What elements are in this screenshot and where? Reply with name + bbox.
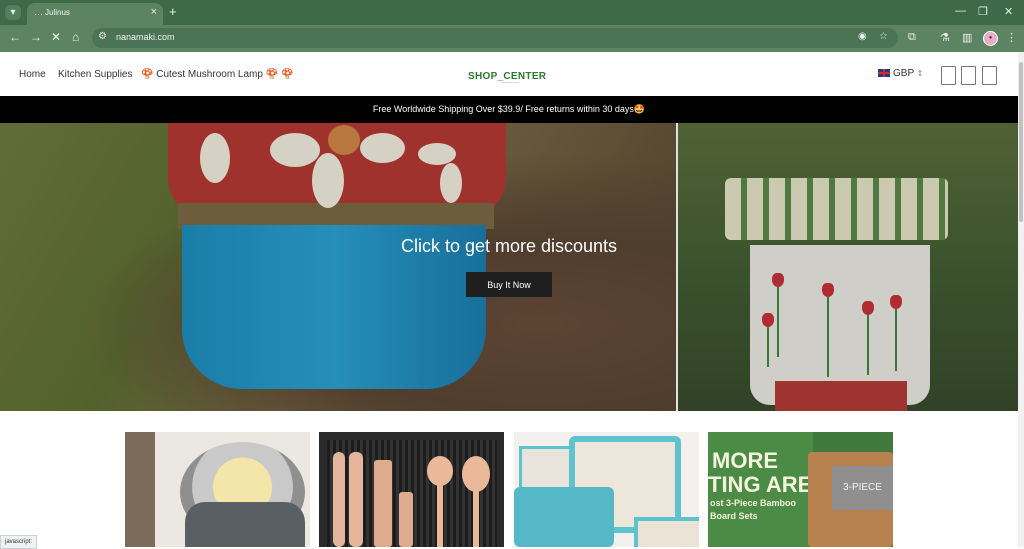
product-card-cutting-board[interactable]: MORE TING AREA ost 3-Piece Bamboo Board … [708, 432, 893, 547]
page-scrollbar[interactable] [1018, 52, 1024, 547]
fork [399, 492, 413, 547]
new-tab-button[interactable]: + [169, 4, 177, 19]
home-icon[interactable]: ⌂ [72, 30, 79, 44]
labs-flask-icon[interactable]: ⚗ [940, 31, 950, 44]
logo-subtitle: ________ [501, 78, 519, 83]
hero-banner[interactable]: Click to get more discounts Buy It Now [0, 123, 1018, 411]
site-header: Home Kitchen Supplies 🍄 Cutest Mushroom … [0, 52, 1018, 96]
loading-icon: ⋯ [34, 9, 43, 19]
buy-it-now-button[interactable]: Buy It Now [466, 272, 552, 297]
menu-dots-icon[interactable]: ⋮ [1006, 31, 1017, 44]
tab-title: Julinus [45, 8, 70, 17]
colander-strainer [185, 502, 305, 547]
three-piece-label: 3-PIECE [832, 466, 893, 510]
cart-icon[interactable] [982, 66, 997, 85]
bookmark-star-icon[interactable]: ☆ [879, 31, 888, 42]
product-card-bakeware[interactable] [514, 432, 699, 547]
browser-tab[interactable]: ⋯ Julinus × [27, 3, 163, 25]
browser-tab-strip: ▾ ⋯ Julinus × + — ❐ ✕ [0, 0, 1024, 25]
close-window-icon[interactable]: ✕ [1004, 5, 1013, 18]
muffin-tray [514, 487, 614, 547]
product-card-colander[interactable] [125, 432, 310, 547]
promo-text-line4: Board Sets [710, 511, 758, 521]
product-grid: MORE TING AREA ost 3-Piece Bamboo Board … [0, 411, 1018, 547]
scrollbar-thumb[interactable] [1019, 62, 1023, 222]
hero-title: Click to get more discounts [400, 236, 618, 256]
account-icon[interactable] [961, 66, 976, 85]
background-counter [125, 432, 155, 547]
hero-overlay [0, 123, 1018, 411]
fork [374, 460, 392, 547]
restore-icon[interactable]: ❐ [978, 5, 988, 18]
back-arrow-left-icon[interactable]: ← [9, 30, 21, 44]
currency-code: GBP [893, 68, 914, 79]
uk-flag-icon [878, 69, 890, 77]
knife [349, 452, 363, 547]
chevron-updown-icon: ⇕ [916, 69, 924, 78]
tab-search-chevron-down-icon[interactable]: ▾ [5, 5, 21, 20]
nav-home[interactable]: Home [19, 69, 46, 80]
spoon-handle [437, 482, 443, 547]
profile-avatar[interactable]: ● [983, 31, 998, 46]
currency-selector[interactable]: GBP ⇕ [878, 68, 923, 79]
stop-close-icon[interactable]: ✕ [51, 30, 61, 44]
announcement-bar: Free Worldwide Shipping Over $39.9/ Free… [0, 96, 1018, 123]
address-bar[interactable]: ⚙ nanamaki.com ◉ ☆ [92, 28, 898, 48]
store-logo[interactable]: SHOP_CENTER ________ [468, 66, 558, 84]
side-panel-icon[interactable]: ▥ [962, 31, 972, 44]
eye-off-icon[interactable]: ◉ [858, 31, 867, 42]
knife [333, 452, 345, 547]
loaf-pan [634, 517, 699, 547]
extensions-icon[interactable]: ⧉ [908, 31, 916, 44]
spoon-handle [473, 488, 479, 547]
url-text[interactable]: nanamaki.com [116, 32, 175, 42]
browser-toolbar: ← → ✕ ⌂ ⚙ nanamaki.com ◉ ☆ ⧉ ⚗ ▥ ● ⋮ [0, 25, 1024, 52]
nav-mushroom-lamp[interactable]: 🍄 Cutest Mushroom Lamp 🍄 🍄 [141, 69, 293, 80]
site-info-icon[interactable]: ⚙ [98, 31, 107, 42]
promo-text-line3: ost 3-Piece Bamboo [710, 498, 797, 508]
search-icon[interactable] [941, 66, 956, 85]
close-tab-icon[interactable]: × [151, 6, 157, 18]
minimize-icon[interactable]: — [955, 5, 966, 17]
promo-text-line1: MORE [712, 448, 778, 473]
product-card-cutlery[interactable] [319, 432, 504, 547]
baking-pan [519, 446, 575, 492]
nav-kitchen-supplies[interactable]: Kitchen Supplies [58, 69, 133, 80]
spoon [462, 456, 490, 492]
forward-arrow-right-icon[interactable]: → [30, 30, 42, 44]
